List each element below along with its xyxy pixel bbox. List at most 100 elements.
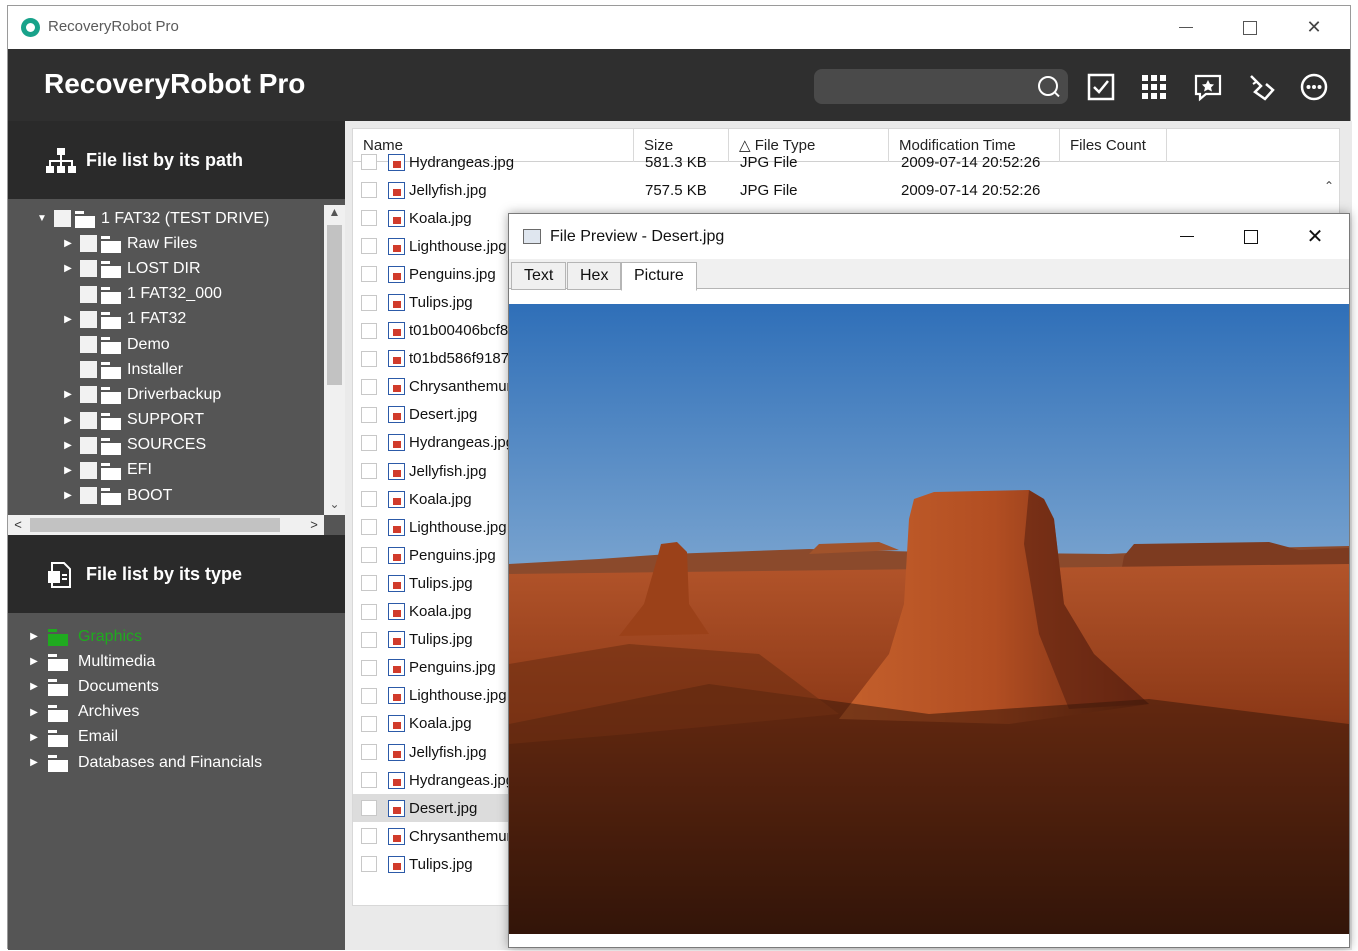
file-checkbox[interactable] [361,378,377,395]
type-item[interactable]: ▶ Email [8,725,324,750]
file-checkbox[interactable] [361,744,377,761]
file-checkbox[interactable] [361,350,377,367]
expand-arrow-icon[interactable]: ▶ [28,631,40,642]
file-checkbox[interactable] [361,406,377,423]
type-item[interactable]: ▶ Multimedia [8,649,324,674]
tree-item[interactable]: ▶ 1 FAT32 [8,307,324,332]
type-item[interactable]: ▶ Documents [8,674,324,699]
file-checkbox[interactable] [361,238,377,255]
scroll-right-icon[interactable]: > [304,515,324,535]
tree-checkbox[interactable] [80,361,97,379]
expand-arrow-icon[interactable]: ▼ [36,213,48,224]
tree-checkbox[interactable] [80,487,97,505]
tree-checkbox[interactable] [80,260,97,278]
expand-arrow-icon[interactable]: ▶ [62,263,74,274]
tree-checkbox[interactable] [80,336,97,354]
expand-arrow-icon[interactable]: ▶ [62,314,74,325]
file-checkbox[interactable] [361,575,377,592]
tree-horizontal-scrollbar[interactable]: < > [8,515,324,535]
file-checkbox[interactable] [361,434,377,451]
expand-arrow-icon[interactable]: ▶ [28,681,40,692]
tree-item[interactable]: ▶ SOURCES [8,433,324,458]
preview-minimize-button[interactable] [1155,214,1219,259]
expand-arrow-icon[interactable]: ▶ [28,757,40,768]
expand-arrow-icon[interactable]: ▶ [62,389,74,400]
select-all-button[interactable] [1085,71,1117,103]
expand-arrow-icon[interactable]: ▶ [28,732,40,743]
tree-checkbox[interactable] [80,235,97,253]
preview-close-button[interactable]: ✕ [1283,214,1347,259]
file-row[interactable]: Hydrangeas.jpg 581.3 KB JPG File 2009-07-14… [353,148,1339,176]
scrollbar-thumb[interactable] [327,225,342,385]
tree-item[interactable]: ▶ SUPPORT [8,408,324,433]
tree-item[interactable]: ▶ LOST DIR [8,256,324,281]
type-item[interactable]: ▶ Databases and Financials [8,750,324,775]
feedback-button[interactable] [1192,71,1224,103]
tree-item[interactable]: ▼ 1 FAT32 (TEST DRIVE) [8,206,324,231]
tree-item[interactable]: ▶ EFI [8,458,324,483]
expand-arrow-icon[interactable]: ▶ [28,656,40,667]
tab-text[interactable]: Text [511,262,567,290]
tab-picture[interactable]: Picture [621,262,697,291]
file-checkbox[interactable] [361,715,377,732]
path-panel-header[interactable]: File list by its path [8,121,345,199]
file-checkbox[interactable] [361,519,377,536]
tree-item[interactable]: 1 FAT32_000 [8,282,324,307]
tree-checkbox[interactable] [80,461,97,479]
expand-arrow-icon[interactable]: ▶ [62,465,74,476]
tree-checkbox[interactable] [54,210,71,228]
file-checkbox[interactable] [361,322,377,339]
file-checkbox[interactable] [361,547,377,564]
scroll-left-icon[interactable]: < [8,515,28,535]
grid-view-button[interactable] [1138,71,1170,103]
tree-item[interactable]: Installer [8,357,324,382]
expand-arrow-icon[interactable]: ▶ [28,707,40,718]
tree-checkbox[interactable] [80,436,97,454]
clean-button[interactable] [1246,71,1278,103]
preview-maximize-button[interactable] [1219,214,1283,259]
tab-hex[interactable]: Hex [567,262,622,290]
scroll-up-icon[interactable]: ⌃ [1319,179,1339,193]
search-icon[interactable] [1038,76,1058,96]
scroll-up-icon[interactable]: ▲ [324,205,345,223]
type-item[interactable]: ▶ Graphics [8,624,324,649]
expand-arrow-icon[interactable]: ▶ [62,440,74,451]
file-checkbox[interactable] [361,294,377,311]
scrollbar-thumb[interactable] [30,518,280,532]
tree-checkbox[interactable] [80,310,97,328]
search-input[interactable] [814,69,1068,104]
tree-item[interactable]: ▶ BOOT [8,483,324,508]
expand-arrow-icon[interactable]: ▶ [62,490,74,501]
type-item[interactable]: ▶ Archives [8,700,324,725]
file-checkbox[interactable] [361,266,377,283]
file-checkbox[interactable] [361,800,377,817]
tree-checkbox[interactable] [80,285,97,303]
file-checkbox[interactable] [361,687,377,704]
file-checkbox[interactable] [361,603,377,620]
maximize-button[interactable] [1218,6,1282,49]
file-row[interactable]: Jellyfish.jpg 757.5 KB JPG File 2009-07-14 … [353,176,1339,204]
file-checkbox[interactable] [361,182,377,199]
file-checkbox[interactable] [361,463,377,480]
tree-item[interactable]: ▶ Raw Files [8,231,324,256]
file-checkbox[interactable] [361,210,377,227]
file-checkbox[interactable] [361,154,377,171]
expand-arrow-icon[interactable]: ▶ [62,415,74,426]
file-checkbox[interactable] [361,659,377,676]
minimize-button[interactable] [1154,6,1218,49]
close-button[interactable]: ✕ [1282,6,1346,49]
file-checkbox[interactable] [361,491,377,508]
expand-arrow-icon[interactable]: ▶ [62,238,74,249]
file-checkbox[interactable] [361,631,377,648]
tree-vertical-scrollbar[interactable]: ▲ ⌄ [324,205,345,515]
tree-item[interactable]: Demo [8,332,324,357]
file-checkbox[interactable] [361,772,377,789]
tree-item[interactable]: ▶ Driverbackup [8,382,324,407]
scroll-down-icon[interactable]: ⌄ [324,497,345,515]
file-checkbox[interactable] [361,828,377,845]
tree-checkbox[interactable] [80,411,97,429]
type-panel-header[interactable]: File list by its type [8,535,345,613]
file-checkbox[interactable] [361,856,377,873]
more-button[interactable] [1298,71,1330,103]
tree-checkbox[interactable] [80,386,97,404]
